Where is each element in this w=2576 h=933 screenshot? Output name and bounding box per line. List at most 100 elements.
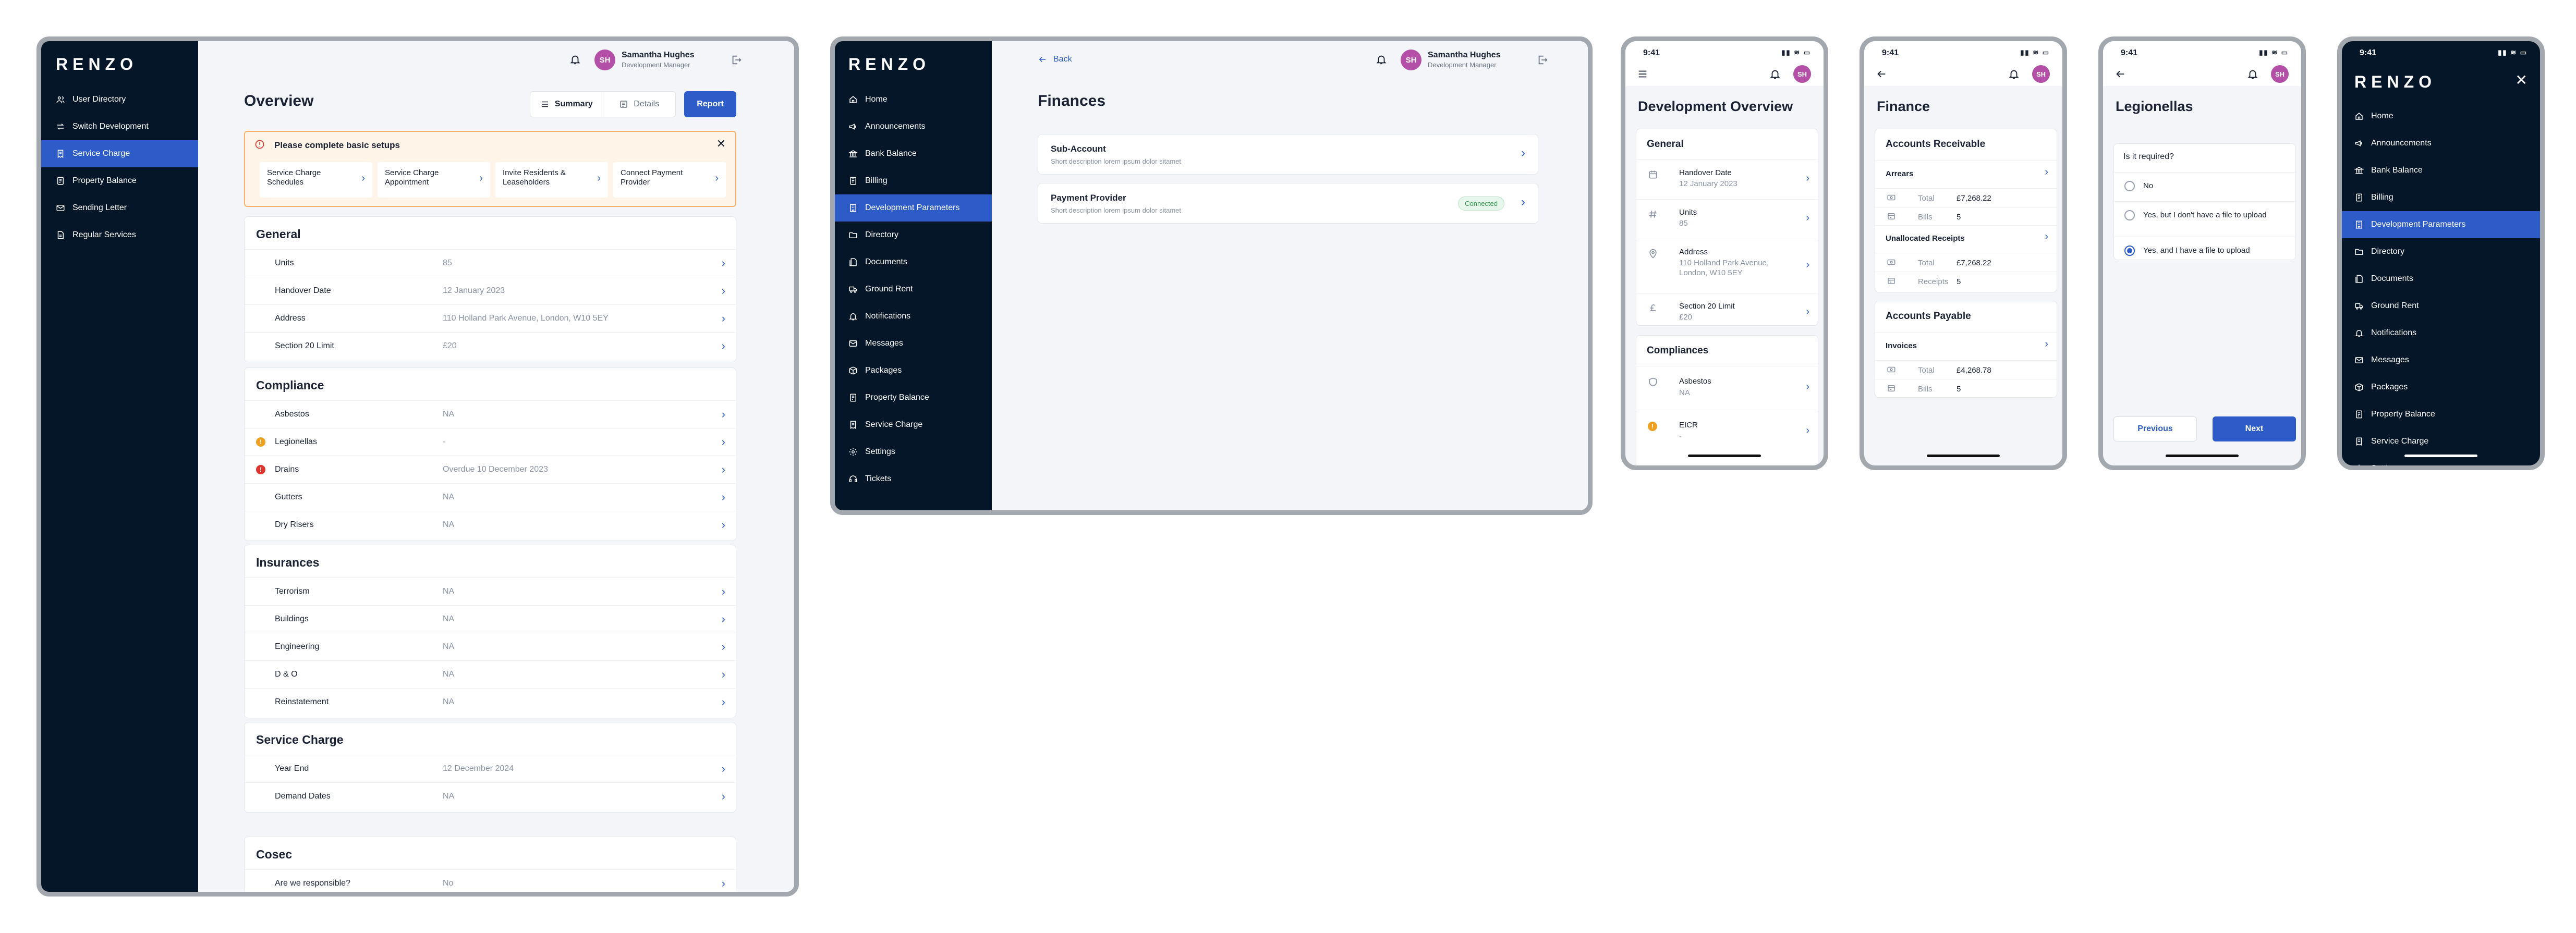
radio-unchecked[interactable] xyxy=(2124,210,2135,220)
row-eicr[interactable]: ! EICR - › xyxy=(1636,410,1818,453)
sidebar-item-messages[interactable]: Messages xyxy=(835,330,992,357)
avatar[interactable]: SH xyxy=(2271,65,2289,83)
row-terrorism[interactable]: Terrorism NA › xyxy=(245,578,736,605)
row-are-we-responsible[interactable]: Are we responsible? No › xyxy=(245,869,736,892)
sidebar-item-ground-rent[interactable]: Ground Rent xyxy=(835,276,992,303)
row-dry-risers[interactable]: Dry Risers NA › xyxy=(245,511,736,538)
close-icon[interactable]: ✕ xyxy=(2516,71,2528,89)
report-button[interactable]: Report xyxy=(684,91,736,117)
row-drains[interactable]: ! Drains Overdue 10 December 2023 › xyxy=(245,456,736,483)
sidebar-item-sending-letter[interactable]: Sending Letter xyxy=(41,194,198,222)
sidebar-item-switch-development[interactable]: Switch Development xyxy=(41,113,198,140)
sidebar-item-ground-rent[interactable]: Ground Rent xyxy=(2342,292,2540,320)
sidebar-item-directory[interactable]: Directory xyxy=(835,222,992,249)
setup-item-service-charge-schedules[interactable]: Service Charge Schedules › xyxy=(260,162,372,198)
sidebar-item-directory[interactable]: Directory xyxy=(2342,238,2540,265)
finance-item-payment-provider[interactable]: Payment Provider Short description lorem … xyxy=(1038,183,1538,224)
logout-icon[interactable] xyxy=(729,53,744,67)
back-link[interactable]: Back xyxy=(1038,55,1072,64)
menu-icon[interactable] xyxy=(1637,68,1648,80)
sidebar-item-billing[interactable]: Billing xyxy=(835,167,992,194)
sidebar-item-development-parameters[interactable]: Development Parameters xyxy=(2342,211,2540,238)
alert-close-icon[interactable]: ✕ xyxy=(716,137,726,151)
row-units[interactable]: Units 85 › xyxy=(1636,199,1818,239)
sidebar-item-bank-balance[interactable]: Bank Balance xyxy=(2342,157,2540,184)
total-value: £7,268.22 xyxy=(1957,259,1991,267)
row-section-20-limit[interactable]: Section 20 Limit £20 › xyxy=(1636,293,1818,333)
notification-bell-icon[interactable] xyxy=(567,52,583,67)
setup-item-invite-residents-leaseholders[interactable]: Invite Residents & Leaseholders › xyxy=(495,162,608,198)
row-legionellas[interactable]: ! Legionellas - › xyxy=(245,428,736,456)
tab-details[interactable]: Details xyxy=(603,92,676,117)
radio-checked[interactable] xyxy=(2124,245,2135,256)
row-year-end[interactable]: Year End 12 December 2024 › xyxy=(245,755,736,782)
sidebar-item-announcements[interactable]: Announcements xyxy=(835,113,992,140)
radio-option-2[interactable]: Yes, but I don't have a file to upload xyxy=(2114,201,2295,230)
row-address[interactable]: Address 110 Holland Park Avenue, London, … xyxy=(1636,239,1818,293)
sidebar-item-notifications[interactable]: Notifications xyxy=(835,303,992,330)
sidebar-item-settings[interactable]: Settings xyxy=(2342,455,2540,465)
radio-unchecked[interactable] xyxy=(2124,181,2135,191)
sidebar-item-packages[interactable]: Packages xyxy=(2342,374,2540,401)
sidebar-item-documents[interactable]: Documents xyxy=(835,249,992,276)
row-units[interactable]: Units 85 › xyxy=(245,249,736,277)
invoices-group[interactable]: Invoices › Total £4,268.78 Bills 5 xyxy=(1875,333,2057,397)
row-value: 85 xyxy=(1679,219,1688,228)
sidebar-item-notifications[interactable]: Notifications xyxy=(2342,320,2540,347)
sidebar-item-service-charge[interactable]: Service Charge xyxy=(835,411,992,438)
row-section-20-limit[interactable]: Section 20 Limit £20 › xyxy=(245,332,736,360)
sidebar-item-property-balance[interactable]: Property Balance xyxy=(2342,401,2540,428)
radio-option-3[interactable]: Yes, and I have a file to upload xyxy=(2114,237,2295,266)
sidebar-item-service-charge[interactable]: Service Charge xyxy=(41,140,198,167)
avatar[interactable]: SH xyxy=(1793,65,1811,83)
row-asbestos[interactable]: Asbestos NA › xyxy=(245,400,736,428)
sidebar-item-development-parameters[interactable]: Development Parameters xyxy=(835,194,992,222)
row-handover-date[interactable]: Handover Date 12 January 2023 › xyxy=(1636,159,1818,199)
arrears-group[interactable]: Arrears › Total £7,268.22 Bills 5 xyxy=(1875,161,2057,225)
notification-bell-icon[interactable] xyxy=(1374,52,1389,67)
sidebar-item-home[interactable]: Home xyxy=(2342,103,2540,130)
avatar[interactable]: SH xyxy=(1401,50,1421,70)
row-gutters[interactable]: Gutters NA › xyxy=(245,483,736,511)
row-buildings[interactable]: Buildings NA › xyxy=(245,605,736,633)
sidebar-item-announcements[interactable]: Announcements xyxy=(2342,130,2540,157)
row-address[interactable]: Address 110 Holland Park Avenue, London, … xyxy=(245,304,736,332)
radio-option-1[interactable]: No xyxy=(2114,172,2295,201)
sidebar-item-regular-services[interactable]: Regular Services xyxy=(41,222,198,249)
sidebar-item-service-charge[interactable]: Service Charge xyxy=(2342,428,2540,455)
sidebar-item-property-balance[interactable]: Property Balance xyxy=(41,167,198,194)
sidebar-item-user-directory[interactable]: User Directory xyxy=(41,86,198,113)
row-demand-dates[interactable]: Demand Dates NA › xyxy=(245,782,736,810)
notification-bell-icon[interactable] xyxy=(2247,68,2258,80)
avatar[interactable]: SH xyxy=(594,50,615,70)
row-reinstatement[interactable]: Reinstatement NA › xyxy=(245,688,736,716)
back-arrow-icon[interactable] xyxy=(1876,68,1887,80)
previous-button[interactable]: Previous xyxy=(2113,416,2197,441)
sidebar-item-packages[interactable]: Packages xyxy=(835,357,992,384)
row-handover-date[interactable]: Handover Date 12 January 2023 › xyxy=(245,277,736,304)
back-arrow-icon[interactable] xyxy=(2115,68,2126,80)
sidebar-item-documents[interactable]: Documents xyxy=(2342,265,2540,292)
row-asbestos[interactable]: Asbestos NA › xyxy=(1636,366,1818,410)
row-engineering[interactable]: Engineering NA › xyxy=(245,633,736,660)
sidebar-item-billing[interactable]: Billing xyxy=(2342,184,2540,211)
finance-item-sub-account[interactable]: Sub-Account Short description lorem ipsum… xyxy=(1038,134,1538,175)
sidebar-item-bank-balance[interactable]: Bank Balance xyxy=(835,140,992,167)
setup-item-service-charge-appointment[interactable]: Service Charge Appointment › xyxy=(378,162,490,198)
sidebar-item-messages[interactable]: Messages xyxy=(2342,347,2540,374)
sidebar-item-settings[interactable]: Settings xyxy=(835,438,992,465)
package-icon xyxy=(848,366,858,375)
unallocated-group[interactable]: Unallocated Receipts › Total £7,268.22 Recei… xyxy=(1875,225,2057,290)
tab-summary[interactable]: Summary xyxy=(530,92,603,117)
sidebar-item-tickets[interactable]: Tickets xyxy=(835,465,992,493)
next-button[interactable]: Next xyxy=(2213,416,2296,441)
avatar[interactable]: SH xyxy=(2032,65,2050,83)
logout-icon[interactable] xyxy=(1535,53,1550,67)
notification-bell-icon[interactable] xyxy=(1769,68,1781,80)
sidebar-item-property-balance[interactable]: Property Balance xyxy=(835,384,992,411)
notification-bell-icon[interactable] xyxy=(2008,68,2020,80)
setup-item-connect-payment-provider[interactable]: Connect Payment Provider › xyxy=(613,162,726,198)
sidebar-item-home[interactable]: Home xyxy=(835,86,992,113)
row-d-o[interactable]: D & O NA › xyxy=(245,660,736,688)
chevron-right-icon: › xyxy=(721,640,725,653)
